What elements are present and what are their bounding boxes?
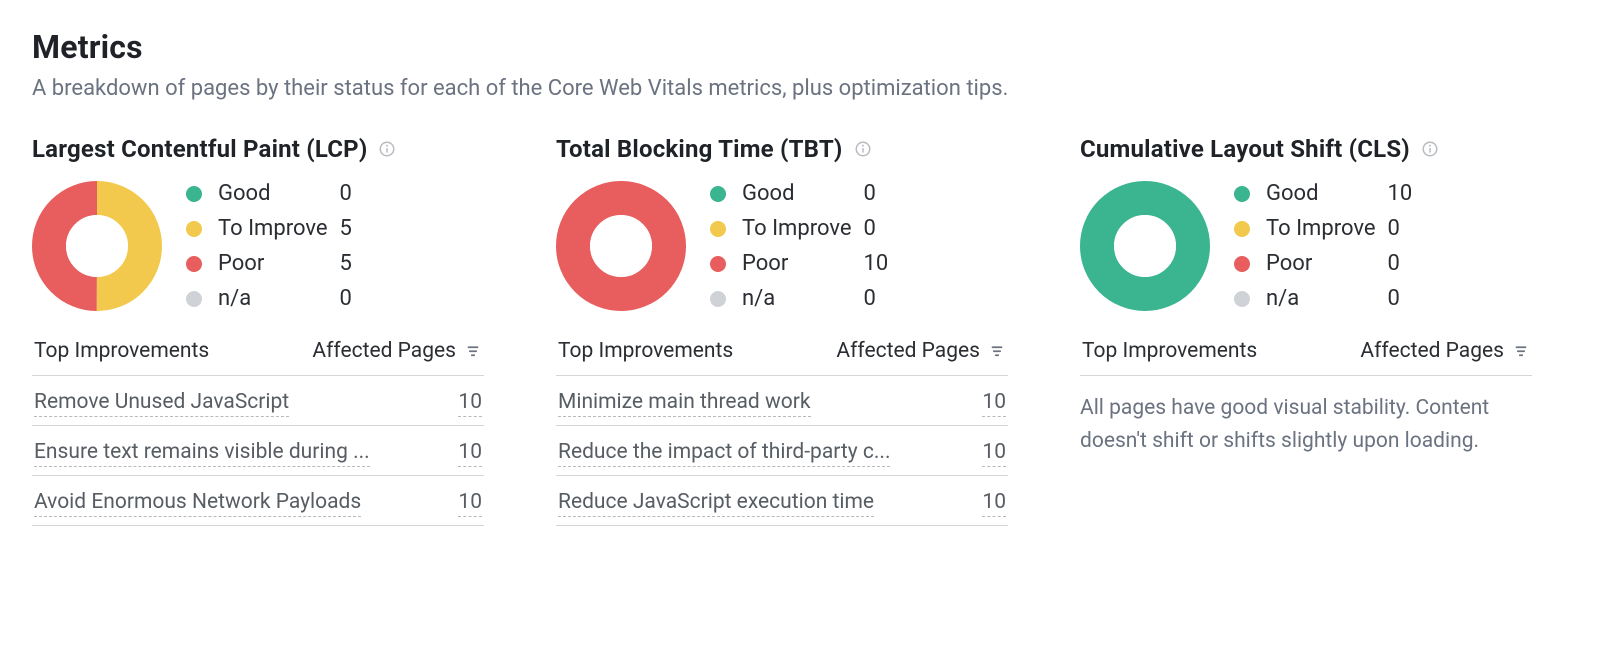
affected-pages-header[interactable]: Affected Pages (836, 339, 980, 363)
legend-value-good: 0 (340, 181, 380, 206)
legend-value-poor: 10 (864, 251, 904, 276)
affected-pages-value[interactable]: 10 (982, 490, 1006, 517)
affected-pages-value[interactable]: 10 (458, 440, 482, 467)
info-icon[interactable] (377, 139, 397, 159)
legend-value-poor: 0 (1388, 251, 1428, 276)
metric-title-lcp: Largest Contentful Paint (LCP) (32, 135, 367, 163)
dot-improve-icon (1234, 221, 1250, 237)
page-title: Metrics (32, 28, 1568, 66)
dot-na-icon (186, 291, 202, 307)
table-row: Reduce the impact of third-party c... 10 (556, 426, 1008, 476)
donut-chart-lcp (32, 181, 162, 311)
affected-pages-value[interactable]: 10 (458, 390, 482, 417)
affected-pages-value[interactable]: 10 (982, 440, 1006, 467)
legend-label-good: Good (1266, 181, 1376, 206)
affected-pages-header[interactable]: Affected Pages (1360, 339, 1504, 363)
legend-value-improve: 0 (864, 216, 904, 241)
improvements-header: Top Improvements (34, 339, 209, 363)
legend-tbt: Good 0 To Improve 0 Poor 10 n/a 0 (710, 181, 904, 311)
dot-na-icon (1234, 291, 1250, 307)
affected-pages-value[interactable]: 10 (982, 390, 1006, 417)
table-row: Reduce JavaScript execution time 10 (556, 476, 1008, 526)
legend-label-na: n/a (1266, 286, 1376, 311)
legend-label-poor: Poor (1266, 251, 1376, 276)
legend-value-poor: 5 (340, 251, 380, 276)
dot-good-icon (710, 186, 726, 202)
table-row: Minimize main thread work 10 (556, 376, 1008, 426)
table-row: Avoid Enormous Network Payloads 10 (32, 476, 484, 526)
info-icon[interactable] (853, 139, 873, 159)
legend-label-good: Good (742, 181, 852, 206)
legend-value-na: 0 (864, 286, 904, 311)
metric-card-lcp: Largest Contentful Paint (LCP) Good 0 To … (32, 135, 484, 526)
dot-good-icon (1234, 186, 1250, 202)
dot-improve-icon (186, 221, 202, 237)
improvement-link[interactable]: Remove Unused JavaScript (34, 390, 289, 417)
legend-value-good: 10 (1388, 181, 1428, 206)
legend-label-improve: To Improve (1266, 216, 1376, 241)
legend-cls: Good 10 To Improve 0 Poor 0 n/a 0 (1234, 181, 1428, 311)
legend-label-good: Good (218, 181, 328, 206)
legend-value-improve: 0 (1388, 216, 1428, 241)
legend-value-improve: 5 (340, 216, 380, 241)
dot-na-icon (710, 291, 726, 307)
metric-card-tbt: Total Blocking Time (TBT) Good 0 To Impro… (556, 135, 1008, 526)
legend-value-na: 0 (1388, 286, 1428, 311)
improvement-link[interactable]: Avoid Enormous Network Payloads (34, 490, 361, 517)
improvements-empty-cls: All pages have good visual stability. Co… (1080, 376, 1532, 457)
metric-card-cls: Cumulative Layout Shift (CLS) Good 10 To … (1080, 135, 1532, 526)
legend-label-poor: Poor (742, 251, 852, 276)
legend-label-improve: To Improve (218, 216, 328, 241)
affected-pages-header[interactable]: Affected Pages (312, 339, 456, 363)
improvement-link[interactable]: Reduce JavaScript execution time (558, 490, 874, 517)
table-row: Remove Unused JavaScript 10 (32, 376, 484, 426)
dot-good-icon (186, 186, 202, 202)
table-row: Ensure text remains visible during ... 1… (32, 426, 484, 476)
info-icon[interactable] (1420, 139, 1440, 159)
affected-pages-value[interactable]: 10 (458, 490, 482, 517)
legend-lcp: Good 0 To Improve 5 Poor 5 n/a 0 (186, 181, 380, 311)
page-subtitle: A breakdown of pages by their status for… (32, 76, 1568, 101)
donut-chart-tbt (556, 181, 686, 311)
improvements-body-tbt: Minimize main thread work 10 Reduce the … (556, 376, 1008, 526)
legend-label-na: n/a (218, 286, 328, 311)
improvements-header: Top Improvements (1082, 339, 1257, 363)
metric-cards: Largest Contentful Paint (LCP) Good 0 To … (32, 135, 1568, 526)
legend-label-improve: To Improve (742, 216, 852, 241)
legend-label-poor: Poor (218, 251, 328, 276)
dot-improve-icon (710, 221, 726, 237)
dot-poor-icon (1234, 256, 1250, 272)
dot-poor-icon (186, 256, 202, 272)
dot-poor-icon (710, 256, 726, 272)
sort-desc-icon[interactable] (464, 342, 482, 360)
metric-title-tbt: Total Blocking Time (TBT) (556, 135, 843, 163)
legend-label-na: n/a (742, 286, 852, 311)
donut-chart-cls (1080, 181, 1210, 311)
sort-desc-icon[interactable] (1512, 342, 1530, 360)
metric-title-cls: Cumulative Layout Shift (CLS) (1080, 135, 1410, 163)
legend-value-good: 0 (864, 181, 904, 206)
sort-desc-icon[interactable] (988, 342, 1006, 360)
legend-value-na: 0 (340, 286, 380, 311)
improvements-header: Top Improvements (558, 339, 733, 363)
improvement-link[interactable]: Reduce the impact of third-party c... (558, 440, 890, 467)
improvement-link[interactable]: Ensure text remains visible during ... (34, 440, 370, 467)
improvements-body-lcp: Remove Unused JavaScript 10 Ensure text … (32, 376, 484, 526)
improvement-link[interactable]: Minimize main thread work (558, 390, 811, 417)
